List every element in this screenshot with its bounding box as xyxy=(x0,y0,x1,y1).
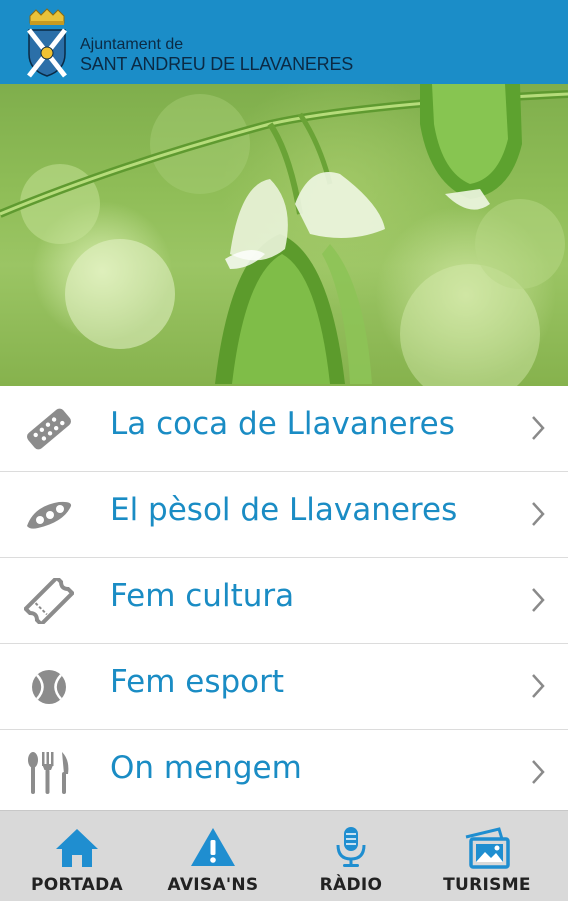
pea-pod-icon xyxy=(27,501,72,529)
tab-portada[interactable]: PORTADA xyxy=(6,811,148,901)
menu-item-label: La coca de Llavaneres xyxy=(110,406,455,442)
tab-avisans[interactable]: AVISA'NS xyxy=(142,811,284,901)
header-title: Ajuntament de SANT ANDREU DE LLAVANERES xyxy=(80,36,353,75)
municipal-crest-icon xyxy=(27,8,67,78)
warning-icon xyxy=(191,828,235,866)
header-line1: Ajuntament de xyxy=(80,36,184,53)
microphone-icon xyxy=(336,827,366,867)
menu-item-label: El pèsol de Llavaneres xyxy=(110,492,458,528)
menu-item-label: On mengem xyxy=(110,750,302,786)
chevron-right-icon xyxy=(532,588,545,612)
coca-icon xyxy=(26,408,72,450)
pea-plant-photo xyxy=(0,84,568,386)
menu-list: La coca de Llavaneres El pèsol de Llavan… xyxy=(0,386,568,816)
app-header: Ajuntament de SANT ANDREU DE LLAVANERES xyxy=(0,0,568,84)
chevron-right-icon xyxy=(532,502,545,526)
menu-item-label: Fem esport xyxy=(110,664,285,700)
menu-item-label: Fem cultura xyxy=(110,578,295,614)
photos-icon xyxy=(465,827,510,869)
tab-label: RÀDIO xyxy=(319,875,383,895)
menu-item-coca[interactable]: La coca de Llavaneres xyxy=(0,386,568,472)
chevron-right-icon xyxy=(532,674,545,698)
tab-turisme[interactable]: TURISME xyxy=(416,811,558,901)
hero-image xyxy=(0,84,568,386)
chevron-right-icon xyxy=(532,416,545,440)
tab-radio[interactable]: RÀDIO xyxy=(280,811,422,901)
menu-item-mengem[interactable]: On mengem xyxy=(0,730,568,816)
tab-label: PORTADA xyxy=(30,875,124,895)
chevron-right-icon xyxy=(532,760,545,784)
menu-item-esport[interactable]: Fem esport xyxy=(0,644,568,730)
header-line2: SANT ANDREU DE LLAVANERES xyxy=(80,54,354,74)
ball-icon xyxy=(32,670,66,704)
menu-item-cultura[interactable]: Fem cultura xyxy=(0,558,568,644)
cutlery-icon xyxy=(28,752,69,794)
tab-label: AVISA'NS xyxy=(167,875,259,895)
ticket-icon xyxy=(24,578,74,624)
home-icon xyxy=(56,829,98,867)
tab-label: TURISME xyxy=(443,875,531,895)
menu-item-pesol[interactable]: El pèsol de Llavaneres xyxy=(0,472,568,558)
bottom-tab-bar: PORTADA AVISA'NS RÀDIO TURISME xyxy=(0,810,568,901)
